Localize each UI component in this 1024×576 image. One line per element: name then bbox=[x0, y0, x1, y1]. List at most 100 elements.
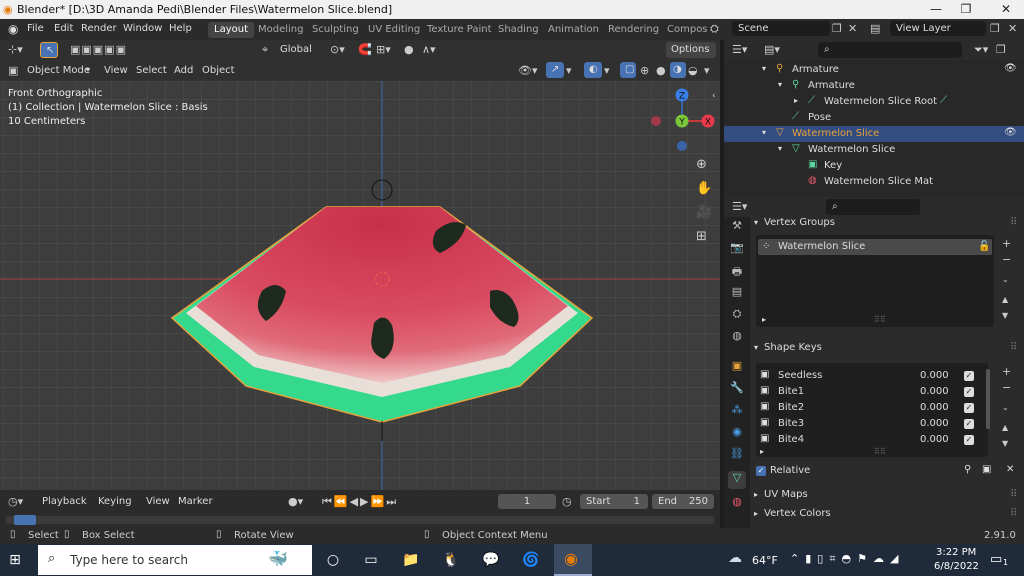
visibility-icon[interactable]: 👁▾ bbox=[518, 64, 538, 77]
weather-icon[interactable]: ☁ bbox=[728, 550, 742, 566]
shape-key-row[interactable]: ▣ Bite3 0.000 ✓ bbox=[756, 416, 974, 431]
file-explorer-icon[interactable]: 📁 bbox=[398, 548, 424, 572]
menu-render[interactable]: Render bbox=[81, 23, 117, 34]
material-shading-icon[interactable]: ◑ bbox=[670, 62, 686, 78]
overlay-toggle-icon[interactable]: ◐ bbox=[584, 62, 602, 78]
wireframe-shading-icon[interactable]: ⊕ bbox=[640, 64, 649, 77]
move-up-icon[interactable]: ▲ bbox=[1002, 295, 1008, 304]
scene-icon[interactable]: ⛭ bbox=[710, 22, 719, 36]
app-icon[interactable]: 🐧 bbox=[438, 548, 464, 572]
taskbar-search-input[interactable]: ⌕ Type here to search 🐳 bbox=[38, 545, 312, 575]
move-up-icon[interactable]: ▲ bbox=[1002, 423, 1008, 432]
menu-view[interactable]: View bbox=[104, 65, 128, 76]
copy-scene-icon[interactable]: ❐ bbox=[832, 22, 842, 35]
weather-temp[interactable]: 64°F bbox=[752, 554, 778, 567]
expand-icon[interactable]: ▸ bbox=[794, 96, 798, 105]
shape-key-row[interactable]: ▣ Bite1 0.000 ✓ bbox=[756, 384, 974, 399]
constraints-tab-icon[interactable]: ⛓ bbox=[728, 447, 746, 465]
record-icon[interactable]: ●▾ bbox=[288, 495, 303, 508]
zoom-icon[interactable]: ⊕ bbox=[696, 157, 707, 172]
properties-search-input[interactable]: ⌕ bbox=[826, 199, 920, 215]
shape-keys-panel-header[interactable]: ▾ Shape Keys ⠿ bbox=[750, 340, 1024, 358]
shape-key-menu-icon[interactable]: ⌄ bbox=[1002, 403, 1009, 412]
new-collection-icon[interactable]: ❐ bbox=[996, 43, 1006, 56]
vertex-group-menu-icon[interactable]: ⌄ bbox=[1002, 275, 1009, 284]
expand-icon[interactable]: ▾ bbox=[778, 80, 782, 89]
vertex-group-item[interactable]: ⁘ Watermelon Slice 🔓 bbox=[758, 239, 992, 255]
material-tab-icon[interactable]: ◍ bbox=[728, 495, 746, 513]
menu-marker[interactable]: Marker bbox=[178, 496, 213, 507]
outliner-editor-icon[interactable]: ☰▾ bbox=[732, 43, 747, 56]
grid-view-icon[interactable]: ⊞ bbox=[696, 229, 707, 244]
tab-compositing[interactable]: Compos bbox=[661, 22, 714, 38]
move-down-icon[interactable]: ▼ bbox=[1002, 311, 1008, 320]
task-view-icon[interactable]: ▭ bbox=[358, 548, 384, 572]
filter-icon[interactable]: ⏷▾ bbox=[974, 43, 988, 57]
outliner-search-input[interactable]: ⌕ bbox=[818, 42, 962, 58]
expand-icon[interactable]: ▾ bbox=[762, 64, 766, 73]
menu-window[interactable]: Window bbox=[123, 23, 162, 34]
remove-scene-icon[interactable]: ✕ bbox=[848, 22, 857, 35]
outliner-item-watermelon-object[interactable]: ▾ ▽ Watermelon Slice 👁 bbox=[724, 126, 1024, 142]
gizmo-neg-z-icon[interactable] bbox=[677, 141, 687, 151]
outliner-item-pose[interactable]: ⟋ Pose bbox=[724, 110, 1024, 126]
selection-mode-icons[interactable]: ▣▣▣▣▣ bbox=[70, 43, 127, 56]
edge-browser-icon[interactable]: 🌀 bbox=[518, 548, 544, 572]
rendered-shading-icon[interactable]: ◒ bbox=[688, 64, 698, 77]
snap-icon[interactable]: 🧲 bbox=[358, 43, 372, 56]
blender-taskbar-button[interactable]: ◉ bbox=[554, 544, 592, 576]
solid-shading-icon[interactable]: ● bbox=[656, 64, 666, 77]
tab-sculpting[interactable]: Sculpting bbox=[306, 22, 365, 38]
blender-menu-icon[interactable]: ◉ bbox=[8, 22, 18, 36]
drag-handle-icon[interactable]: ⠿ bbox=[1010, 342, 1017, 353]
shape-key-mute-checkbox[interactable]: ✓ bbox=[964, 435, 974, 445]
tab-layout[interactable]: Layout bbox=[208, 22, 254, 38]
clock-date[interactable]: 6/8/2022 bbox=[934, 561, 979, 572]
remove-view-layer-icon[interactable]: ✕ bbox=[1008, 22, 1017, 35]
editor-type-icon[interactable]: ⊹▾ bbox=[8, 43, 23, 56]
vertex-groups-panel-header[interactable]: ▾ Vertex Groups ⠿ bbox=[750, 215, 1024, 233]
close-icon[interactable]: ✕ bbox=[994, 2, 1018, 16]
menu-playback[interactable]: Playback bbox=[42, 496, 87, 507]
menu-edit[interactable]: Edit bbox=[54, 23, 73, 34]
view-layer-icon[interactable]: ▤ bbox=[870, 22, 880, 35]
expand-icon[interactable]: ▾ bbox=[778, 144, 782, 153]
render-tab-icon[interactable]: 📷 bbox=[728, 241, 746, 259]
drag-handle-icon[interactable]: ⠿ bbox=[1010, 508, 1017, 519]
3d-viewport[interactable]: Front Orthographic (1) Collection | Wate… bbox=[0, 81, 720, 490]
shape-key-mute-checkbox[interactable]: ✓ bbox=[964, 419, 974, 429]
shape-key-row[interactable]: ▣ Bite4 0.000 ✓ bbox=[756, 432, 974, 447]
select-tool-icon[interactable]: ↖ bbox=[40, 42, 58, 58]
relative-checkbox[interactable]: ✓ bbox=[756, 466, 766, 476]
remove-shape-key-icon[interactable]: − bbox=[1002, 381, 1011, 394]
xray-icon[interactable]: ▢ bbox=[620, 62, 636, 78]
snap-target-icon[interactable]: ⊞▾ bbox=[376, 43, 391, 56]
gizmo-neg-x-icon[interactable] bbox=[651, 116, 661, 126]
menu-keying[interactable]: Keying bbox=[98, 496, 132, 507]
overlay-dropdown-icon[interactable]: ▾ bbox=[604, 64, 610, 77]
timeline-scrubber[interactable] bbox=[6, 516, 714, 524]
copy-view-layer-icon[interactable]: ❐ bbox=[990, 22, 1000, 35]
shape-key-row[interactable]: ▣ Bite2 0.000 ✓ bbox=[756, 400, 974, 415]
start-frame-field[interactable]: Start 1 bbox=[580, 494, 648, 509]
add-vertex-group-icon[interactable]: + bbox=[1002, 237, 1011, 250]
tab-uv-editing[interactable]: UV Editing bbox=[362, 22, 426, 38]
end-frame-field[interactable]: End 250 bbox=[652, 494, 714, 509]
shape-key-row[interactable]: ▣ Seedless 0.000 ✓ bbox=[756, 368, 974, 383]
current-frame-field[interactable]: 1 bbox=[498, 494, 556, 509]
particles-tab-icon[interactable]: ⁂ bbox=[728, 403, 746, 421]
tab-animation[interactable]: Animation bbox=[542, 22, 605, 38]
tab-texture-paint[interactable]: Texture Paint bbox=[421, 22, 498, 38]
cortana-icon[interactable]: ○ bbox=[320, 548, 346, 572]
camera-icon[interactable]: 🎥 bbox=[696, 205, 712, 220]
output-tab-icon[interactable]: 🖶 bbox=[728, 263, 746, 281]
pin-icon[interactable]: ⚲ bbox=[964, 464, 971, 475]
world-tab-icon[interactable]: ◍ bbox=[728, 329, 746, 347]
modifier-tab-icon[interactable]: 🔧 bbox=[728, 381, 746, 399]
menu-file[interactable]: File bbox=[27, 23, 44, 34]
menu-add[interactable]: Add bbox=[174, 65, 193, 76]
clear-icon[interactable]: ✕ bbox=[1006, 464, 1014, 475]
uv-maps-panel-header[interactable]: ▸ UV Maps ⠿ bbox=[750, 487, 1024, 505]
shape-key-mute-checkbox[interactable]: ✓ bbox=[964, 403, 974, 413]
physics-tab-icon[interactable]: ◉ bbox=[728, 425, 746, 443]
